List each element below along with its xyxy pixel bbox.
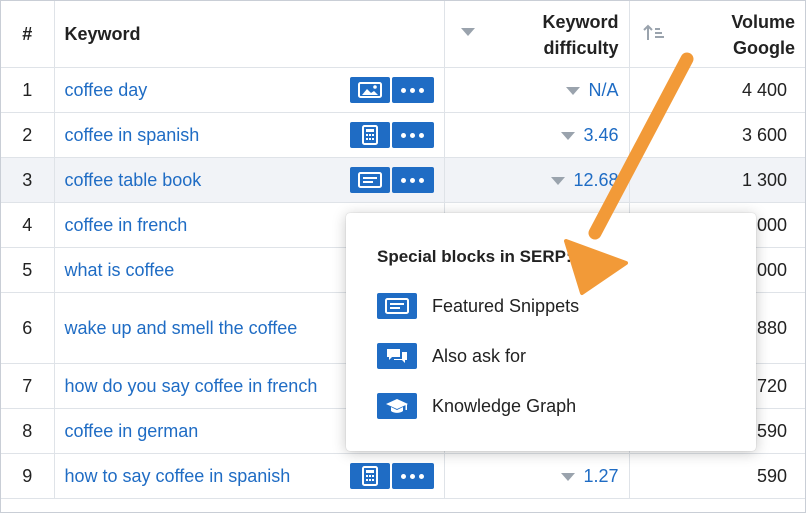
keyword-difficulty-value[interactable]: N/A <box>566 80 619 101</box>
table-row: 9 how to say coffee in spanish 1.27 590 <box>1 453 805 499</box>
more-options-button[interactable] <box>391 167 434 193</box>
popup-title: Special blocks in SERP: <box>377 247 572 266</box>
table-row: 2 coffee in spanish 3.46 3 600 <box>1 112 805 158</box>
keyword-difficulty-value[interactable]: 12.68 <box>551 170 619 191</box>
more-options-button[interactable] <box>391 122 434 148</box>
volume-cell: 1 300 <box>629 157 805 203</box>
table-row: 1 coffee day N/A 4 400 <box>1 67 805 113</box>
expand-triangle-icon <box>561 131 576 140</box>
table-row: 3 coffee table book 12.68 1 300 <box>1 157 805 203</box>
popup-item-label: Also ask for <box>432 345 527 366</box>
sort-ascending-icon[interactable] <box>642 23 667 43</box>
row-action-buttons <box>349 167 434 193</box>
row-number: 3 <box>1 157 55 203</box>
keyword-difficulty-cell: 1.27 <box>444 453 630 499</box>
popup-item-label: Featured Snippets <box>432 295 580 316</box>
kd-header-line1: Keyword <box>542 12 619 32</box>
expand-triangle-icon <box>551 176 566 185</box>
row-action-buttons <box>349 77 434 103</box>
keyword-difficulty-cell: 12.68 <box>444 157 630 203</box>
keyword-cell: how to say coffee in spanish <box>54 453 445 499</box>
keyword-link[interactable]: what is coffee <box>65 260 175 280</box>
volume-cell: 3 600 <box>629 112 805 158</box>
volume-cell: 590 <box>629 453 805 499</box>
row-number: 2 <box>1 112 55 158</box>
keyword-cell: coffee table book <box>54 157 445 203</box>
popup-item-label: Knowledge Graph <box>432 395 577 416</box>
graduation-cap-icon <box>377 393 417 419</box>
featured-snippet-icon <box>377 293 417 319</box>
popup-item-knowledge-graph: Knowledge Graph <box>377 393 576 419</box>
keyword-link[interactable]: wake up and smell the coffee <box>65 318 298 338</box>
row-number: 1 <box>1 67 55 113</box>
keyword-link[interactable]: coffee in spanish <box>65 125 200 145</box>
volume-header-line2: Google <box>733 38 795 58</box>
row-action-buttons <box>349 463 434 489</box>
row-number: 7 <box>1 363 55 409</box>
keyword-link[interactable]: coffee day <box>65 80 148 100</box>
keyword-link[interactable]: coffee in german <box>65 421 199 441</box>
popup-item-also-ask-for: Also ask for <box>377 343 526 369</box>
expand-triangle-icon <box>566 86 581 95</box>
chat-bubbles-icon <box>377 343 417 369</box>
keyword-link[interactable]: coffee in french <box>65 215 188 235</box>
calculator-icon[interactable] <box>349 122 390 148</box>
featured-snippet-icon[interactable] <box>349 167 390 193</box>
image-icon[interactable] <box>349 77 390 103</box>
keyword-difficulty-cell: 3.46 <box>444 112 630 158</box>
row-action-buttons <box>349 122 434 148</box>
table-header-row: # Keyword Keyword difficulty Volume Goog… <box>1 1 805 68</box>
serp-features-popup: Special blocks in SERP: Featured Snippet… <box>346 213 756 451</box>
popup-item-featured-snippets: Featured Snippets <box>377 293 579 319</box>
column-header-num[interactable]: # <box>1 1 55 68</box>
kd-header-line2: difficulty <box>543 38 619 58</box>
keyword-link[interactable]: how to say coffee in spanish <box>65 466 291 486</box>
keyword-link[interactable]: coffee table book <box>65 170 202 190</box>
row-number: 6 <box>1 292 55 364</box>
volume-header-line1: Volume <box>731 12 795 32</box>
row-number: 5 <box>1 247 55 293</box>
keyword-difficulty-value[interactable]: 3.46 <box>561 125 619 146</box>
row-number: 9 <box>1 453 55 499</box>
keyword-difficulty-value[interactable]: 1.27 <box>561 466 619 487</box>
keyword-cell: coffee day <box>54 67 445 113</box>
volume-cell: 4 400 <box>629 67 805 113</box>
keyword-table-panel: # Keyword Keyword difficulty Volume Goog… <box>0 0 806 513</box>
keyword-difficulty-cell: N/A <box>444 67 630 113</box>
keyword-link[interactable]: how do you say coffee in french <box>65 376 318 396</box>
more-options-button[interactable] <box>391 463 434 489</box>
column-header-volume[interactable]: Volume Google <box>629 1 805 68</box>
row-number: 4 <box>1 202 55 248</box>
column-header-keyword-difficulty[interactable]: Keyword difficulty <box>444 1 630 68</box>
more-options-button[interactable] <box>391 77 434 103</box>
row-number: 8 <box>1 408 55 454</box>
keyword-cell: coffee in spanish <box>54 112 445 158</box>
expand-triangle-icon <box>561 472 576 481</box>
column-header-keyword[interactable]: Keyword <box>54 1 445 68</box>
sort-down-icon[interactable] <box>460 28 475 36</box>
calculator-icon[interactable] <box>349 463 390 489</box>
